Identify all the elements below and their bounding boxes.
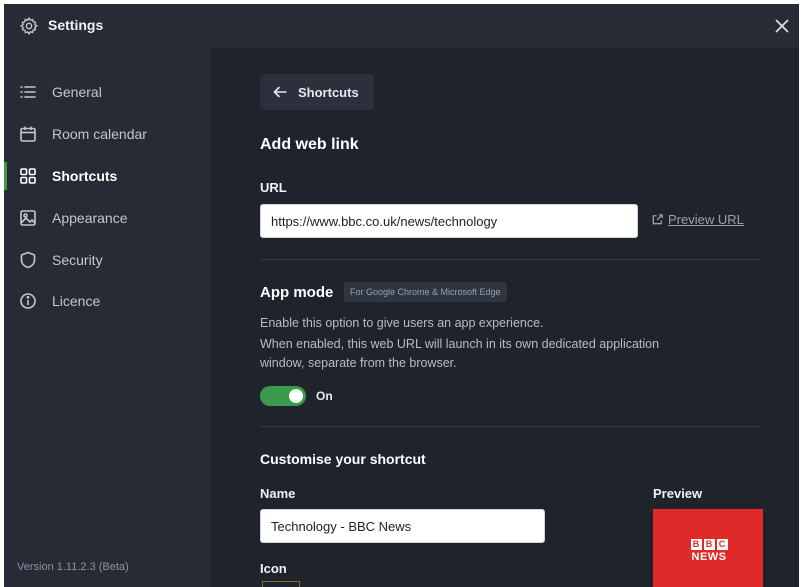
sidebar-item-label: Room calendar: [52, 126, 147, 142]
main-panel: Shortcuts Add web link URL Preview URL A…: [210, 48, 799, 587]
sidebar-item-label: General: [52, 84, 102, 100]
arrow-left-icon: [273, 86, 287, 98]
active-indicator: [4, 162, 7, 190]
sidebar: General Room calendar Shortcuts Appearan…: [4, 48, 210, 587]
sidebar-item-appearance[interactable]: Appearance: [4, 198, 210, 238]
sidebar-item-room-calendar[interactable]: Room calendar: [4, 114, 210, 154]
shield-icon: [20, 251, 36, 269]
name-input[interactable]: [260, 509, 545, 543]
version-label: Version 1.11.2.3 (Beta): [17, 561, 129, 573]
shortcut-preview-tile: B B C NEWS: [653, 509, 763, 587]
close-icon[interactable]: [771, 15, 793, 37]
app-mode-description-line: When enabled, this web URL will launch i…: [260, 337, 660, 351]
divider: [260, 259, 760, 260]
sidebar-item-general[interactable]: General: [4, 72, 210, 112]
name-label: Name: [260, 486, 296, 501]
settings-window: Settings General Room calendar Shortcuts…: [4, 4, 799, 587]
logo-word: NEWS: [691, 551, 727, 563]
url-label: URL: [260, 180, 287, 195]
back-button[interactable]: Shortcuts: [260, 74, 374, 110]
bbc-news-logo: B B C NEWS: [689, 539, 729, 563]
logo-letter: B: [703, 539, 715, 550]
window-title: Settings: [48, 17, 104, 33]
app-mode-title: App mode: [260, 284, 334, 301]
sidebar-item-shortcuts[interactable]: Shortcuts: [4, 156, 210, 196]
app-mode-toggle[interactable]: [260, 386, 306, 406]
toggle-state-label: On: [316, 389, 333, 403]
title-bar: Settings: [4, 4, 799, 48]
app-mode-description-line: window, separate from the browser.: [260, 356, 457, 370]
app-mode-description-line: Enable this option to give users an app …: [260, 316, 544, 330]
customise-title: Customise your shortcut: [260, 451, 426, 467]
app-mode-badge: For Google Chrome & Microsoft Edge: [344, 282, 507, 302]
image-icon: [20, 210, 36, 226]
back-button-label: Shortcuts: [298, 85, 359, 100]
grid-icon: [20, 168, 36, 184]
info-icon: [20, 293, 36, 309]
url-input[interactable]: [260, 204, 638, 238]
sidebar-item-label: Appearance: [52, 210, 128, 226]
sidebar-item-security[interactable]: Security: [4, 240, 210, 280]
divider: [260, 426, 760, 427]
icon-label: Icon: [260, 561, 287, 576]
sidebar-item-label: Licence: [52, 293, 101, 309]
external-link-icon: [652, 214, 663, 225]
gear-icon: [19, 16, 39, 36]
logo-letter: B: [690, 539, 702, 550]
preview-url-label: Preview URL: [668, 212, 744, 227]
sidebar-item-label: Security: [52, 252, 103, 268]
list-icon: [20, 86, 36, 98]
sidebar-item-licence[interactable]: Licence: [4, 281, 210, 321]
preview-url-link[interactable]: Preview URL: [651, 212, 744, 227]
preview-label: Preview: [653, 486, 703, 501]
sidebar-item-label: Shortcuts: [52, 168, 118, 184]
icon-option[interactable]: [262, 581, 300, 587]
logo-letter: C: [716, 539, 728, 550]
toggle-knob: [289, 389, 303, 403]
calendar-icon: [20, 126, 36, 142]
page-title: Add web link: [260, 136, 359, 153]
